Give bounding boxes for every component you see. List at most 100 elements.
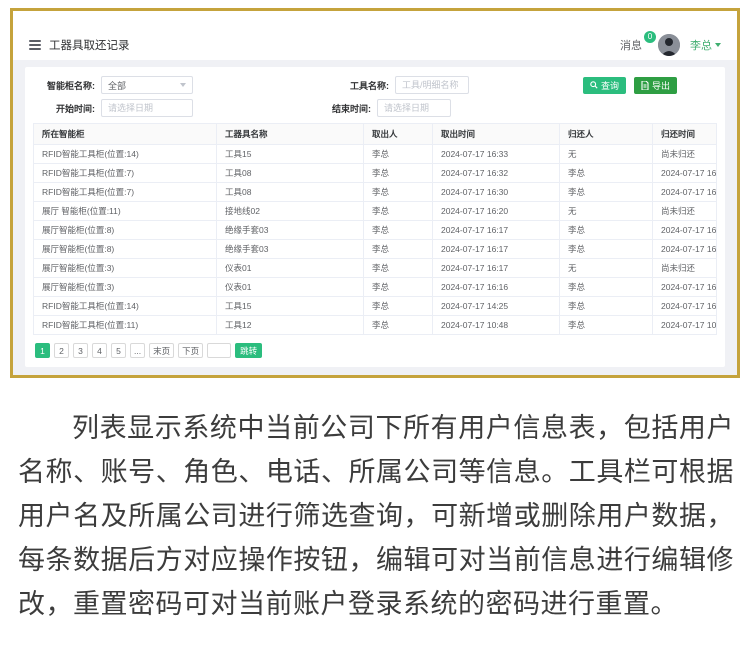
search-icon [590, 81, 598, 89]
table-cell: 2024-07-17 10:48 [433, 316, 560, 335]
chevron-down-icon [715, 43, 721, 47]
next-page-button[interactable]: 下页 [178, 343, 203, 358]
page-button[interactable]: 4 [92, 343, 107, 358]
user-menu[interactable]: 李总 [690, 37, 721, 53]
start-date-input[interactable] [101, 99, 193, 117]
table-cell: 李总 [560, 221, 653, 240]
avatar[interactable] [658, 34, 680, 56]
table-cell: 2024-07-17 16:30 [433, 183, 560, 202]
table-cell: 尚未归还 [653, 259, 717, 278]
table-cell: 绝缘手套03 [217, 221, 364, 240]
goto-page-input[interactable] [207, 343, 231, 358]
table-cell: RFID智能工具柜(位置:14) [34, 145, 217, 164]
app-navbar: 工器具取还记录 消息 0 李总 [13, 11, 737, 60]
table-cell: 李总 [364, 278, 433, 297]
search-button[interactable]: 查询 [583, 77, 626, 94]
end-date-input[interactable] [377, 99, 451, 117]
table-cell: RFID智能工具柜(位置:14) [34, 297, 217, 316]
table-row: 展厅智能柜(位置:8)绝缘手套03李总2024-07-17 16:17李总202… [34, 240, 717, 259]
table-header-cell: 取出时间 [433, 124, 560, 145]
filter-row-1: 智能柜名称: 全部 工具名称: 查询 导出 [33, 75, 717, 95]
export-button[interactable]: 导出 [634, 77, 677, 94]
table-row: 展厅智能柜(位置:3)仪表01李总2024-07-17 16:17无尚未归还 [34, 259, 717, 278]
page-button[interactable]: 3 [73, 343, 88, 358]
table-header-cell: 工器具名称 [217, 124, 364, 145]
table-cell: 无 [560, 259, 653, 278]
table-cell: 李总 [560, 316, 653, 335]
page-button[interactable]: 1 [35, 343, 50, 358]
table-cell: 工具15 [217, 145, 364, 164]
table-cell: 2024-07-17 16:32 [433, 164, 560, 183]
table-cell: RFID智能工具柜(位置:11) [34, 316, 217, 335]
table-cell: 无 [560, 145, 653, 164]
table-cell: 李总 [364, 297, 433, 316]
table-cell: 2024-07-17 16:32 [653, 183, 717, 202]
table-cell: 仪表01 [217, 259, 364, 278]
table-cell: 李总 [364, 202, 433, 221]
screenshot-frame: 工器具取还记录 消息 0 李总 智能柜名称: [10, 8, 740, 378]
page-button[interactable]: ... [130, 343, 145, 358]
cabinet-select-value: 全部 [108, 79, 126, 92]
table-cell: 绝缘手套03 [217, 240, 364, 259]
table-row: 展厅智能柜(位置:3)仪表01李总2024-07-17 16:16李总2024-… [34, 278, 717, 297]
table-cell: 李总 [560, 240, 653, 259]
table-cell: 接地线02 [217, 202, 364, 221]
table-cell: 李总 [560, 183, 653, 202]
table-header-cell: 归还时间 [653, 124, 717, 145]
hamburger-menu-icon[interactable] [29, 40, 41, 50]
user-name: 李总 [690, 37, 712, 53]
last-page-button[interactable]: 末页 [149, 343, 174, 358]
table-cell: 2024-07-17 16:33 [653, 164, 717, 183]
page-button[interactable]: 5 [111, 343, 126, 358]
table-cell: 2024-07-17 16:17 [433, 240, 560, 259]
table-cell: 尚未归还 [653, 145, 717, 164]
content-area: 智能柜名称: 全部 工具名称: 查询 导出 [13, 60, 737, 375]
message-badge: 0 [644, 31, 656, 43]
table-cell: 工具12 [217, 316, 364, 335]
page-buttons: 12345... [35, 343, 149, 358]
table-cell: 李总 [364, 221, 433, 240]
table-row: RFID智能工具柜(位置:14)工具15李总2024-07-17 16:33无尚… [34, 145, 717, 164]
table-cell: 李总 [364, 145, 433, 164]
table-cell: 李总 [364, 316, 433, 335]
table-cell: 2024-07-17 10:53 [653, 316, 717, 335]
table-row: 展厅 智能柜(位置:11)接地线02李总2024-07-17 16:20无尚未归… [34, 202, 717, 221]
table-cell: 李总 [364, 259, 433, 278]
export-file-icon [641, 81, 649, 90]
table-cell: 2024-07-17 14:25 [433, 297, 560, 316]
table-cell: 2024-07-17 16:17 [433, 221, 560, 240]
table-cell: 工具08 [217, 164, 364, 183]
table-cell: 2024-07-17 16:17 [653, 240, 717, 259]
table-cell: 展厅智能柜(位置:3) [34, 278, 217, 297]
table-cell: 李总 [364, 183, 433, 202]
table-cell: 李总 [364, 240, 433, 259]
table-row: RFID智能工具柜(位置:7)工具08李总2024-07-17 16:32李总2… [34, 164, 717, 183]
table-cell: 2024-07-17 16:17 [433, 259, 560, 278]
table-header-cell: 归还人 [560, 124, 653, 145]
records-panel: 智能柜名称: 全部 工具名称: 查询 导出 [25, 67, 725, 367]
table-cell: 展厅智能柜(位置:3) [34, 259, 217, 278]
table-cell: 2024-07-17 16:30 [653, 297, 717, 316]
table-header-row: 所在智能柜工器具名称取出人取出时间归还人归还时间 [34, 124, 717, 145]
table-cell: 2024-07-17 16:20 [433, 202, 560, 221]
message-label: 消息 [620, 40, 642, 52]
message-link[interactable]: 消息 0 [620, 37, 648, 53]
table-cell: RFID智能工具柜(位置:7) [34, 183, 217, 202]
page-button[interactable]: 2 [54, 343, 69, 358]
tool-name-input[interactable] [395, 76, 469, 94]
table-cell: 展厅智能柜(位置:8) [34, 240, 217, 259]
table-cell: 展厅 智能柜(位置:11) [34, 202, 217, 221]
table-cell: RFID智能工具柜(位置:7) [34, 164, 217, 183]
table-cell: 李总 [560, 297, 653, 316]
table-header-cell: 取出人 [364, 124, 433, 145]
goto-button[interactable]: 跳转 [235, 343, 262, 358]
cabinet-select[interactable]: 全部 [101, 76, 193, 94]
end-time-label: 结束时间: [313, 102, 371, 115]
table-cell: 无 [560, 202, 653, 221]
table-cell: 2024-07-17 16:18 [653, 221, 717, 240]
table-cell: 2024-07-17 16:17 [653, 278, 717, 297]
start-time-label: 开始时间: [33, 102, 95, 115]
table-row: RFID智能工具柜(位置:14)工具15李总2024-07-17 14:25李总… [34, 297, 717, 316]
table-cell: 李总 [364, 164, 433, 183]
table-cell: 展厅智能柜(位置:8) [34, 221, 217, 240]
